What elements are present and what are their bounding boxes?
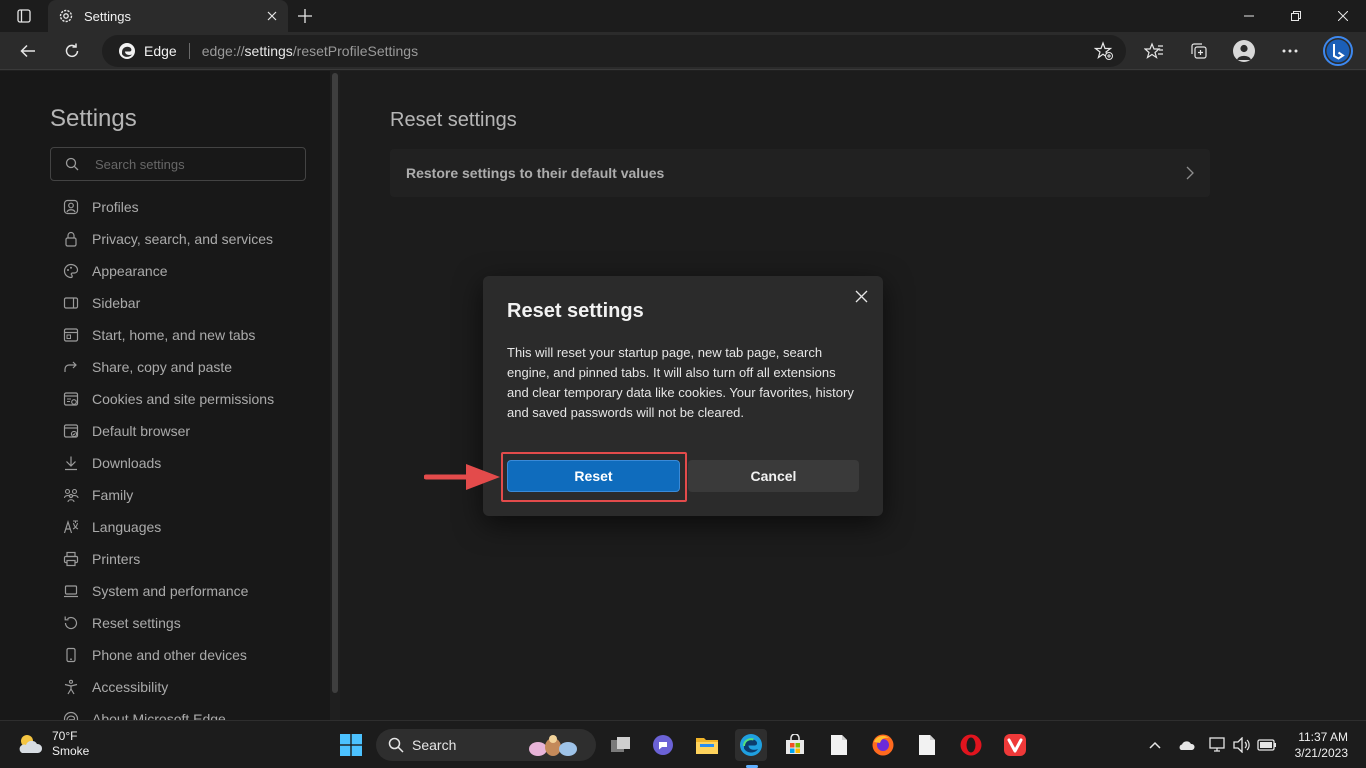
- weather-desc: Smoke: [52, 744, 90, 758]
- title-bar: Settings: [0, 0, 1366, 32]
- store-icon: [786, 734, 804, 754]
- weather-cloud-icon: [19, 735, 43, 753]
- taskbar-search[interactable]: Search: [376, 729, 596, 761]
- clock-date: 3/21/2023: [1294, 746, 1348, 760]
- edge-taskbar-button[interactable]: [735, 729, 767, 761]
- address-bar[interactable]: Edge edge://settings/resetProfileSetting…: [102, 35, 1126, 67]
- url-prefix: edge://: [201, 43, 245, 59]
- back-arrow-icon: [20, 44, 35, 58]
- refresh-button[interactable]: [57, 36, 87, 66]
- plus-icon: [298, 9, 312, 23]
- firefox-button[interactable]: [867, 729, 899, 761]
- favorites-button[interactable]: [1139, 36, 1169, 66]
- dialog-close-button[interactable]: [849, 284, 873, 308]
- task-view-icon: [611, 737, 630, 752]
- weather-text: 70°F Smoke: [52, 729, 89, 759]
- battery-icon: [1257, 739, 1276, 751]
- search-highlight-icon: [529, 735, 578, 756]
- network-icon: [1209, 737, 1225, 752]
- favorites-icon: [1144, 42, 1163, 59]
- new-tab-button[interactable]: [292, 4, 318, 28]
- url-text[interactable]: edge://settings/resetProfileSettings: [202, 43, 418, 59]
- volume-button[interactable]: [1230, 733, 1254, 757]
- weather-widget[interactable]: 70°F Smoke: [16, 729, 89, 759]
- minimize-icon: [1244, 15, 1254, 17]
- browser-toolbar: Edge edge://settings/resetProfileSetting…: [0, 32, 1366, 70]
- edge-logo-icon: [740, 734, 762, 756]
- firefox-icon: [872, 734, 894, 756]
- notepad-button[interactable]: [823, 729, 855, 761]
- onedrive-button[interactable]: [1174, 733, 1198, 757]
- tab-actions-button[interactable]: [8, 4, 40, 28]
- show-hidden-icons-button[interactable]: [1143, 733, 1167, 757]
- close-icon: [855, 290, 867, 302]
- address-separator: [188, 43, 190, 59]
- clock-time: 11:37 AM: [1298, 730, 1348, 744]
- tab-title: Settings: [84, 8, 131, 24]
- taskbar-search-label: Search: [412, 737, 457, 753]
- battery-button[interactable]: [1255, 733, 1279, 757]
- teams-chat-button[interactable]: [647, 729, 679, 761]
- restore-button[interactable]: [1273, 0, 1319, 32]
- window-close-button[interactable]: [1320, 0, 1366, 32]
- close-icon: [1338, 11, 1348, 21]
- search-icon: [388, 737, 404, 753]
- minimize-button[interactable]: [1226, 0, 1272, 32]
- url-host: settings: [244, 43, 293, 59]
- start-button[interactable]: [335, 729, 367, 761]
- system-clock[interactable]: 11:37 AM 3/21/2023: [1295, 729, 1348, 761]
- opera-icon: [960, 734, 982, 756]
- star-add-icon: [1094, 41, 1113, 60]
- close-icon: [267, 11, 277, 21]
- url-path: /resetProfileSettings: [292, 43, 419, 59]
- gear-icon: [59, 9, 73, 23]
- tab-close-button[interactable]: [260, 4, 284, 28]
- folder-icon: [696, 738, 718, 754]
- chat-icon: [653, 735, 673, 755]
- task-view-button[interactable]: [605, 729, 637, 761]
- cancel-button[interactable]: Cancel: [688, 460, 859, 492]
- edge-logo-icon: [119, 43, 135, 59]
- address-brand-label: Edge: [144, 43, 177, 59]
- more-icon: [1282, 49, 1298, 53]
- more-menu-button[interactable]: [1275, 36, 1305, 66]
- bing-icon: [1323, 36, 1353, 66]
- store-button[interactable]: [779, 729, 811, 761]
- document-icon: [831, 735, 847, 755]
- tab-settings[interactable]: Settings: [48, 0, 288, 32]
- notepad-2-button[interactable]: [911, 729, 943, 761]
- vivaldi-icon: [1004, 734, 1026, 756]
- dialog-message: This will reset your startup page, new t…: [507, 345, 854, 420]
- bing-chat-button[interactable]: [1322, 36, 1354, 66]
- tab-actions-icon: [17, 9, 31, 23]
- collections-button[interactable]: [1184, 36, 1214, 66]
- vivaldi-button[interactable]: [999, 729, 1031, 761]
- cloud-icon: [1179, 741, 1195, 750]
- add-favorite-button[interactable]: [1094, 41, 1114, 61]
- weather-temp: 70°F: [52, 729, 78, 743]
- annotation-arrow-icon: [424, 464, 500, 490]
- dialog-title: Reset settings: [507, 300, 644, 322]
- chevron-up-icon: [1149, 741, 1161, 749]
- collections-icon: [1191, 43, 1207, 59]
- refresh-icon: [65, 43, 79, 58]
- speaker-icon: [1233, 737, 1250, 753]
- taskbar: 70°F Smoke Search 11:37 AM 3/21/2023: [0, 720, 1366, 768]
- avatar: [1233, 40, 1255, 62]
- reset-button[interactable]: Reset: [507, 460, 680, 492]
- document-icon: [919, 735, 935, 755]
- network-button[interactable]: [1206, 733, 1230, 757]
- windows-logo-icon: [340, 734, 362, 756]
- back-button[interactable]: [13, 36, 43, 66]
- restore-icon: [1291, 11, 1301, 21]
- profile-button[interactable]: [1229, 36, 1259, 66]
- file-explorer-button[interactable]: [691, 729, 723, 761]
- opera-button[interactable]: [955, 729, 987, 761]
